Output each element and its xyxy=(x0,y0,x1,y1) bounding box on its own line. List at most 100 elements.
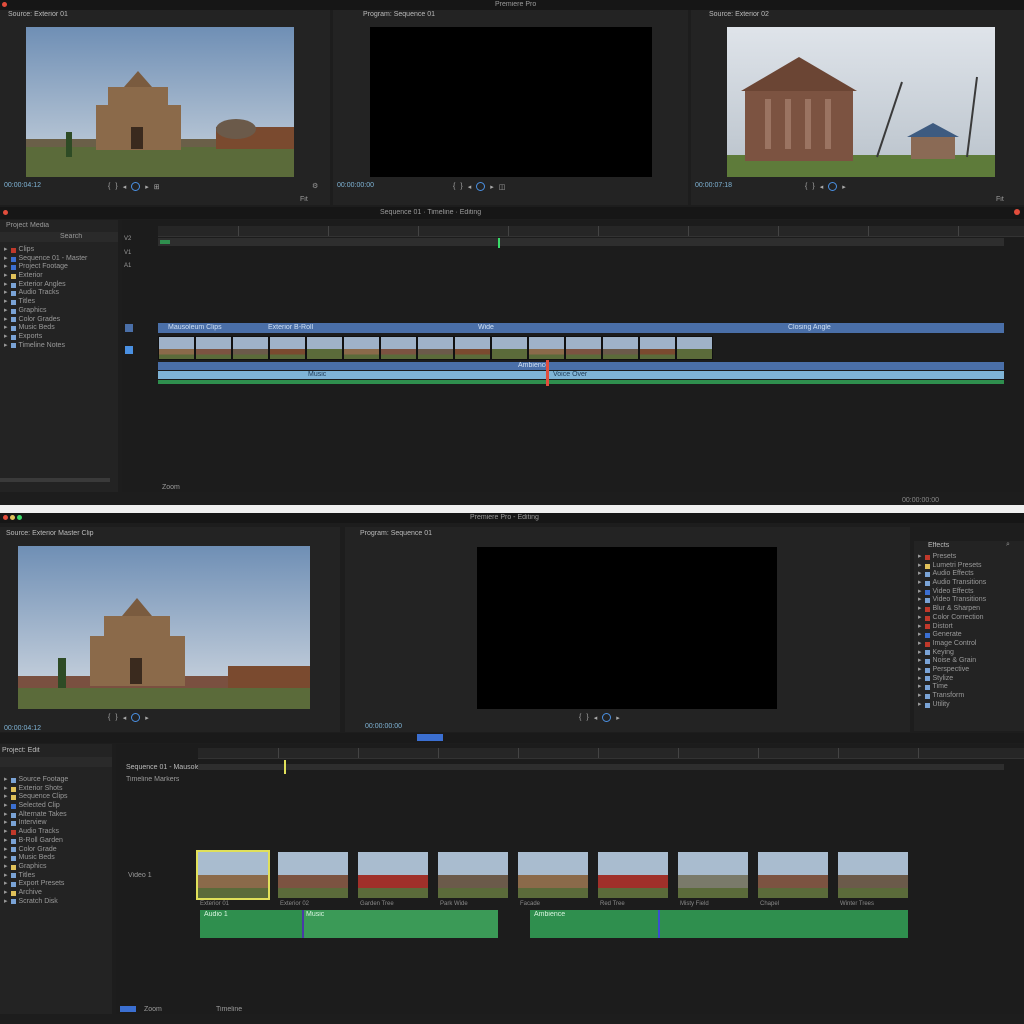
timecode[interactable]: 00:00:04:12 xyxy=(4,182,41,189)
chevron-right-icon[interactable]: ▸ xyxy=(4,828,8,837)
project-tree-item[interactable]: ▸ Titles xyxy=(4,298,116,307)
chevron-right-icon[interactable]: ▸ xyxy=(4,880,8,889)
project-tree-item[interactable]: ▸ Audio Tracks xyxy=(4,289,116,298)
chevron-right-icon[interactable]: ▸ xyxy=(918,657,922,666)
timeline-timecode[interactable]: 00:00:00:00 xyxy=(902,497,939,504)
fit-dropdown[interactable]: Fit xyxy=(300,196,308,203)
active-tool-button[interactable] xyxy=(417,734,443,741)
chevron-right-icon[interactable]: ▸ xyxy=(918,649,922,658)
panel-title[interactable]: Effects xyxy=(928,542,949,549)
monitor-title[interactable]: Source: Exterior 02 xyxy=(709,11,769,18)
alert-icon[interactable] xyxy=(1014,209,1020,215)
track-v2[interactable] xyxy=(158,238,1004,246)
step-forward-icon[interactable]: ▸ xyxy=(616,714,620,722)
filmstrip-frame[interactable] xyxy=(491,336,528,360)
filmstrip-frame[interactable] xyxy=(676,336,713,360)
step-back-icon[interactable]: ◂ xyxy=(123,183,127,191)
fit-dropdown[interactable]: Fit xyxy=(996,196,1004,203)
export-frame-icon[interactable]: ◫ xyxy=(499,183,506,191)
mark-out-icon[interactable]: } xyxy=(812,183,814,190)
play-icon[interactable] xyxy=(131,713,141,722)
project-tree-item[interactable]: ▸ Audio Tracks xyxy=(4,828,110,837)
effects-tree-item[interactable]: ▸ Lumetri Presets xyxy=(918,562,1022,571)
project-tree-item[interactable]: ▸ B-Roll Garden xyxy=(4,837,110,846)
audio-track-3[interactable] xyxy=(158,380,1004,384)
search-bar[interactable]: Search xyxy=(0,232,118,242)
close-dot-icon[interactable] xyxy=(2,2,7,7)
filmstrip-frame[interactable] xyxy=(565,336,602,360)
filmstrip-frame[interactable] xyxy=(602,336,639,360)
chevron-right-icon[interactable]: ▸ xyxy=(918,588,922,597)
chevron-right-icon[interactable]: ▸ xyxy=(918,631,922,640)
mark-out-icon[interactable]: } xyxy=(586,714,588,721)
effects-tree-item[interactable]: ▸ Utility xyxy=(918,701,1022,710)
filmstrip-frame[interactable] xyxy=(232,336,269,360)
chevron-right-icon[interactable]: ▸ xyxy=(918,570,922,579)
audio-track-2[interactable]: Music Voice Over xyxy=(158,371,1004,379)
chevron-right-icon[interactable]: ▸ xyxy=(4,263,8,272)
effects-tree-item[interactable]: ▸ Video Effects xyxy=(918,588,1022,597)
audio-clip-3[interactable]: Ambience xyxy=(530,910,908,938)
project-tree-item[interactable]: ▸ Titles xyxy=(4,872,110,881)
search-bar[interactable] xyxy=(0,757,112,767)
effects-tree-item[interactable]: ▸ Transform xyxy=(918,692,1022,701)
step-forward-icon[interactable]: ▸ xyxy=(145,183,149,191)
project-tree-item[interactable]: ▸ Export Presets xyxy=(4,880,110,889)
project-tree-item[interactable]: ▸ Sequence Clips xyxy=(4,793,110,802)
zoom-button[interactable] xyxy=(120,1006,136,1012)
search-input[interactable]: Search xyxy=(60,233,82,240)
monitor-title[interactable]: Program: Sequence 01 xyxy=(363,11,435,18)
chevron-right-icon[interactable]: ▸ xyxy=(4,246,8,255)
project-tree-item[interactable]: ▸ Scratch Disk xyxy=(4,898,110,907)
chevron-right-icon[interactable]: ▸ xyxy=(4,307,8,316)
effects-tree-item[interactable]: ▸ Perspective xyxy=(918,666,1022,675)
filmstrip-frame[interactable] xyxy=(417,336,454,360)
mark-in-icon[interactable]: { xyxy=(453,183,455,190)
chevron-right-icon[interactable]: ▸ xyxy=(918,623,922,632)
record-dot-icon[interactable] xyxy=(3,210,8,215)
project-tree-item[interactable]: ▸ Archive xyxy=(4,889,110,898)
scrollbar[interactable] xyxy=(0,478,110,482)
project-tree-item[interactable]: ▸ Timeline Notes xyxy=(4,342,116,351)
chevron-right-icon[interactable]: ▸ xyxy=(918,579,922,588)
mark-in-icon[interactable]: { xyxy=(579,714,581,721)
chevron-right-icon[interactable]: ▸ xyxy=(4,837,8,846)
monitor-title[interactable]: Program: Sequence 01 xyxy=(360,530,432,537)
clip-thumbnail[interactable] xyxy=(678,852,748,898)
chevron-right-icon[interactable]: ▸ xyxy=(918,683,922,692)
project-tree-item[interactable]: ▸ Color Grade xyxy=(4,846,110,855)
filmstrip-frame[interactable] xyxy=(269,336,306,360)
step-back-icon[interactable]: ◂ xyxy=(123,714,127,722)
effects-tree-item[interactable]: ▸ Image Control xyxy=(918,640,1022,649)
effects-tree-item[interactable]: ▸ Video Transitions xyxy=(918,596,1022,605)
filmstrip-frame[interactable] xyxy=(639,336,676,360)
maximize-dot-icon[interactable] xyxy=(17,515,22,520)
video-filmstrip[interactable] xyxy=(158,336,713,360)
chevron-right-icon[interactable]: ▸ xyxy=(4,819,8,828)
filmstrip-frame[interactable] xyxy=(343,336,380,360)
effects-tree-item[interactable]: ▸ Distort xyxy=(918,623,1022,632)
project-tree-item[interactable]: ▸ Sequence 01 - Master xyxy=(4,255,116,264)
mark-out-icon[interactable]: } xyxy=(115,183,117,190)
project-tree-item[interactable]: ▸ Graphics xyxy=(4,307,116,316)
filmstrip-frame[interactable] xyxy=(195,336,232,360)
mark-in-icon[interactable]: { xyxy=(805,183,807,190)
track-lock-icon[interactable] xyxy=(125,346,133,354)
project-tree-item[interactable]: ▸ Music Beds xyxy=(4,324,116,333)
play-icon[interactable] xyxy=(828,182,838,191)
filmstrip-frame[interactable] xyxy=(158,336,195,360)
mark-out-icon[interactable]: } xyxy=(115,714,117,721)
filmstrip-frame[interactable] xyxy=(380,336,417,360)
monitor-title[interactable]: Source: Exterior Master Clip xyxy=(6,530,94,537)
timecode[interactable]: 00:00:00:00 xyxy=(365,723,402,730)
project-tree-item[interactable]: ▸ Exterior Angles xyxy=(4,281,116,290)
chevron-right-icon[interactable]: ▸ xyxy=(4,316,8,325)
filmstrip-frame[interactable] xyxy=(454,336,491,360)
chevron-right-icon[interactable]: ▸ xyxy=(918,614,922,623)
chevron-right-icon[interactable]: ▸ xyxy=(4,298,8,307)
step-forward-icon[interactable]: ▸ xyxy=(145,714,149,722)
search-icon[interactable]: ⌕ xyxy=(1006,541,1010,549)
play-icon[interactable] xyxy=(131,182,141,191)
clip-thumbnail[interactable] xyxy=(278,852,348,898)
chevron-right-icon[interactable]: ▸ xyxy=(918,640,922,649)
